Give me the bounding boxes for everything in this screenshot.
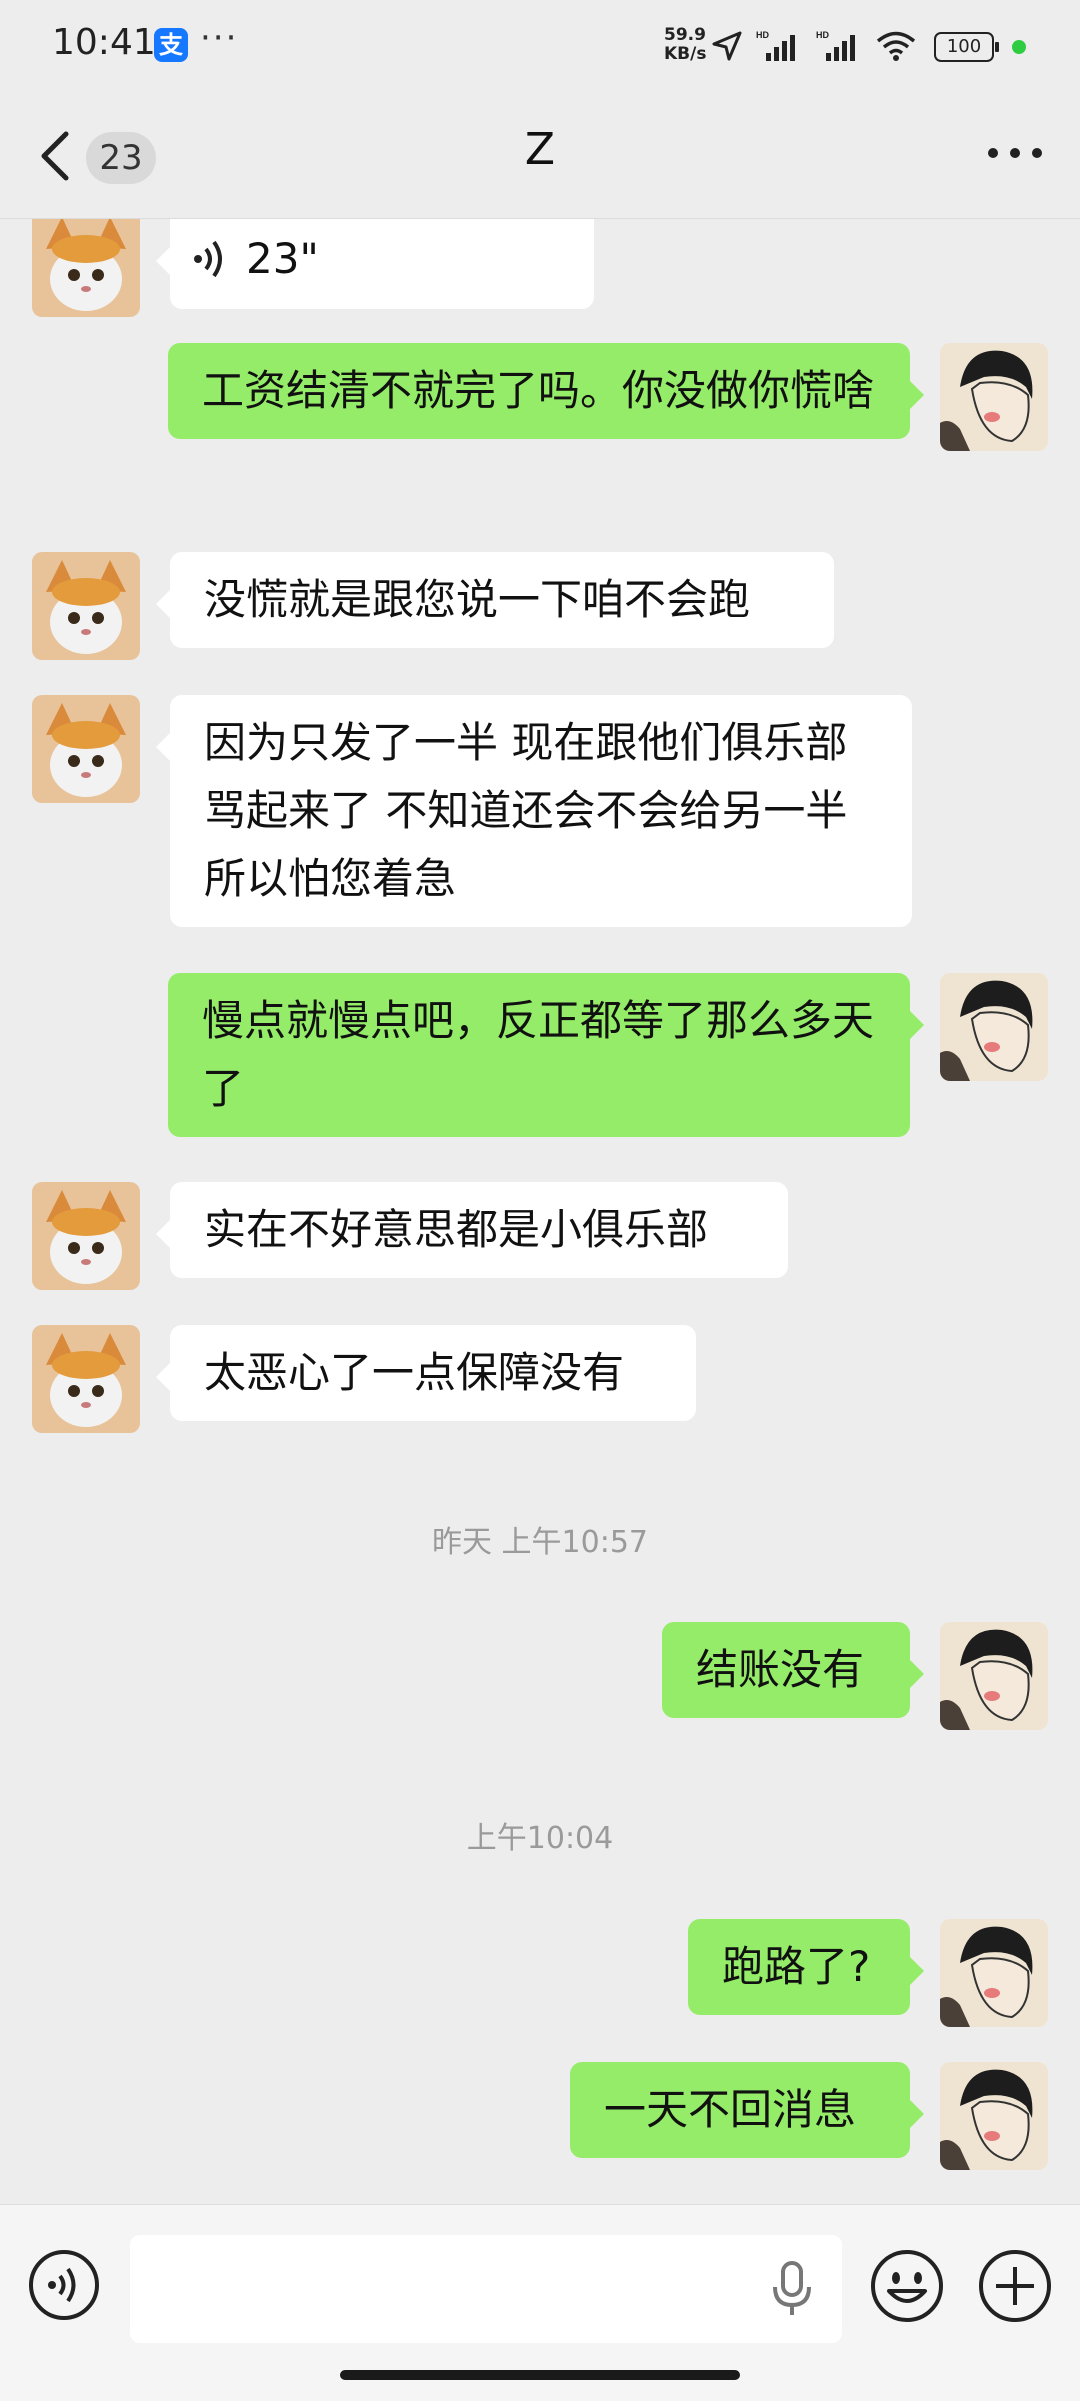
cat-avatar-image	[32, 552, 140, 660]
sent-message-bubble[interactable]: 慢点就慢点吧，反正都等了那么多天了	[168, 973, 924, 1137]
network-speed: 59.9 KB/s	[664, 26, 706, 64]
signal-icon: HD	[756, 30, 795, 61]
status-icons: HD HD	[712, 26, 916, 66]
svg-text:HD: HD	[756, 30, 769, 40]
status-time: 10:41	[52, 22, 156, 63]
sent-message-bubble[interactable]: 结账没有	[662, 1622, 924, 1718]
received-message-bubble[interactable]: 太恶心了一点保障没有	[156, 1325, 696, 1421]
contact-avatar[interactable]	[32, 552, 140, 660]
my-avatar[interactable]	[940, 973, 1048, 1081]
alipay-icon: 支	[154, 28, 188, 62]
message-timestamp: 昨天 上午10:57	[432, 1525, 648, 1560]
user-avatar-image	[940, 2062, 1048, 2170]
user-avatar-image	[940, 343, 1048, 451]
my-avatar[interactable]	[940, 1622, 1048, 1730]
voice-duration: 23"	[246, 234, 319, 283]
contact-avatar[interactable]	[32, 219, 140, 317]
microphone-icon[interactable]	[770, 2261, 814, 2317]
my-avatar[interactable]	[940, 1919, 1048, 2027]
message-input[interactable]	[130, 2235, 842, 2343]
user-avatar-image	[940, 1919, 1048, 2027]
home-indicator[interactable]	[340, 2370, 740, 2380]
emoji-icon[interactable]	[870, 2249, 944, 2323]
location-icon	[712, 31, 742, 61]
privacy-indicator	[1012, 40, 1026, 54]
sent-message-bubble[interactable]: 工资结清不就完了吗。你没做你慌啥	[168, 343, 924, 439]
message-list[interactable]: 23" 工资结清不就完了吗。你没做你慌啥 没慌就是跟您说一下咱不会跑 因为只发了…	[0, 219, 1080, 2203]
network-speed-unit: KB/s	[664, 44, 707, 64]
my-avatar[interactable]	[940, 343, 1048, 451]
status-bar: 10:41 支 ··· 59.9 KB/s HD HD 100	[0, 0, 1080, 92]
network-speed-value: 59.9	[664, 25, 706, 45]
more-notifications-icon: ···	[200, 18, 239, 58]
cat-avatar-image	[32, 219, 140, 317]
voice-wave-icon	[194, 240, 222, 278]
user-avatar-image	[940, 1622, 1048, 1730]
battery-icon: 100	[934, 32, 999, 62]
contact-avatar[interactable]	[32, 1182, 140, 1290]
svg-text:HD: HD	[816, 30, 829, 40]
signal-icon: HD	[816, 30, 855, 61]
chat-title: Z	[524, 124, 556, 175]
contact-avatar[interactable]	[32, 695, 140, 803]
sent-message-bubble[interactable]: 跑路了?	[688, 1919, 924, 2015]
wifi-icon	[876, 31, 916, 61]
cat-avatar-image	[32, 695, 140, 803]
received-message-bubble[interactable]: 因为只发了一半 现在跟他们俱乐部骂起来了 不知道还会不会给另一半 所以怕您着急	[156, 695, 912, 927]
cat-avatar-image	[32, 1182, 140, 1290]
message-timestamp: 上午10:04	[466, 1821, 614, 1856]
sent-message-bubble[interactable]: 一天不回消息	[570, 2062, 924, 2158]
received-message-bubble[interactable]: 实在不好意思都是小俱乐部	[156, 1182, 788, 1278]
voice-message-bubble[interactable]: 23"	[156, 219, 594, 309]
cat-avatar-image	[32, 1325, 140, 1433]
plus-icon[interactable]	[978, 2249, 1052, 2323]
voice-mode-button[interactable]	[28, 2249, 100, 2321]
contact-avatar[interactable]	[32, 1325, 140, 1433]
user-avatar-image	[940, 973, 1048, 1081]
more-icon[interactable]	[986, 138, 1044, 168]
received-message-bubble[interactable]: 没慌就是跟您说一下咱不会跑	[156, 552, 834, 648]
chat-header: 23 Z	[0, 92, 1080, 219]
my-avatar[interactable]	[940, 2062, 1048, 2170]
